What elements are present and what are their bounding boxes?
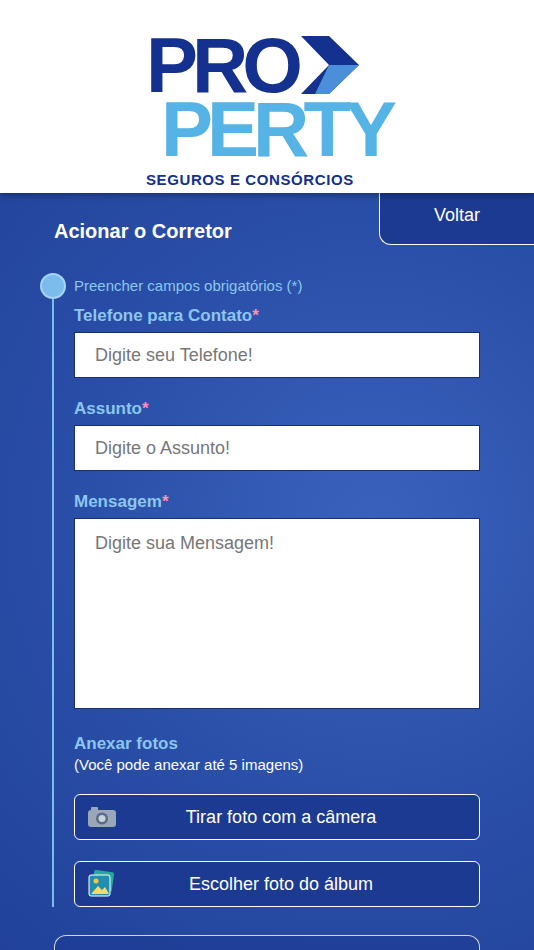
required-mark: * — [142, 399, 149, 418]
attachments-note: (Você pode anexar até 5 imagens) — [74, 755, 480, 775]
page-title: Acionar o Corretor — [54, 219, 232, 243]
text-field[interactable] — [74, 332, 480, 378]
timeline-dot — [40, 273, 66, 299]
logo-bottom-text: PERTY — [161, 97, 391, 161]
timeline-rail — [40, 273, 66, 907]
camera-button[interactable]: Tirar foto com a câmera — [74, 794, 480, 840]
field-label: Mensagem* — [74, 491, 480, 513]
logo: PROPERTY SEGUROS E CONSÓRCIOS — [146, 33, 396, 193]
logo-tagline: SEGUROS E CONSÓRCIOS — [146, 171, 354, 188]
message-field[interactable] — [74, 518, 480, 709]
form-content: Preencher campos obrigatórios (*) Telefon… — [74, 273, 480, 907]
camera-icon — [87, 806, 117, 828]
page: PROPERTY SEGUROS E CONSÓRCIOS Acionar o Co… — [0, 0, 534, 950]
album-button[interactable]: Escolher foto do álbum — [74, 861, 480, 907]
back-button[interactable]: Voltar — [379, 193, 534, 245]
form-section: Preencher campos obrigatórios (*) Telefon… — [0, 245, 534, 907]
title-bar: Acionar o Corretor Voltar — [0, 193, 534, 245]
required-mark: * — [252, 306, 259, 325]
photo-album-icon — [87, 870, 115, 898]
required-hint: Preencher campos obrigatórios (*) — [74, 276, 480, 296]
text-field[interactable] — [74, 425, 480, 471]
button-label: Tirar foto com a câmera — [131, 807, 431, 828]
button-label: Escolher foto do álbum — [131, 874, 431, 895]
timeline-line — [52, 299, 54, 907]
app-header: PROPERTY SEGUROS E CONSÓRCIOS — [0, 0, 534, 193]
logo-chevron-icon — [301, 36, 363, 94]
attachments-title: Anexar fotos — [74, 733, 480, 755]
logo-top-row: PRO — [146, 33, 363, 97]
logo-top-text: PRO — [146, 33, 297, 97]
partial-button[interactable] — [54, 935, 480, 950]
field-label: Assunto* — [74, 398, 480, 420]
field-label: Telefone para Contato* — [74, 305, 480, 327]
required-mark: * — [162, 492, 169, 511]
